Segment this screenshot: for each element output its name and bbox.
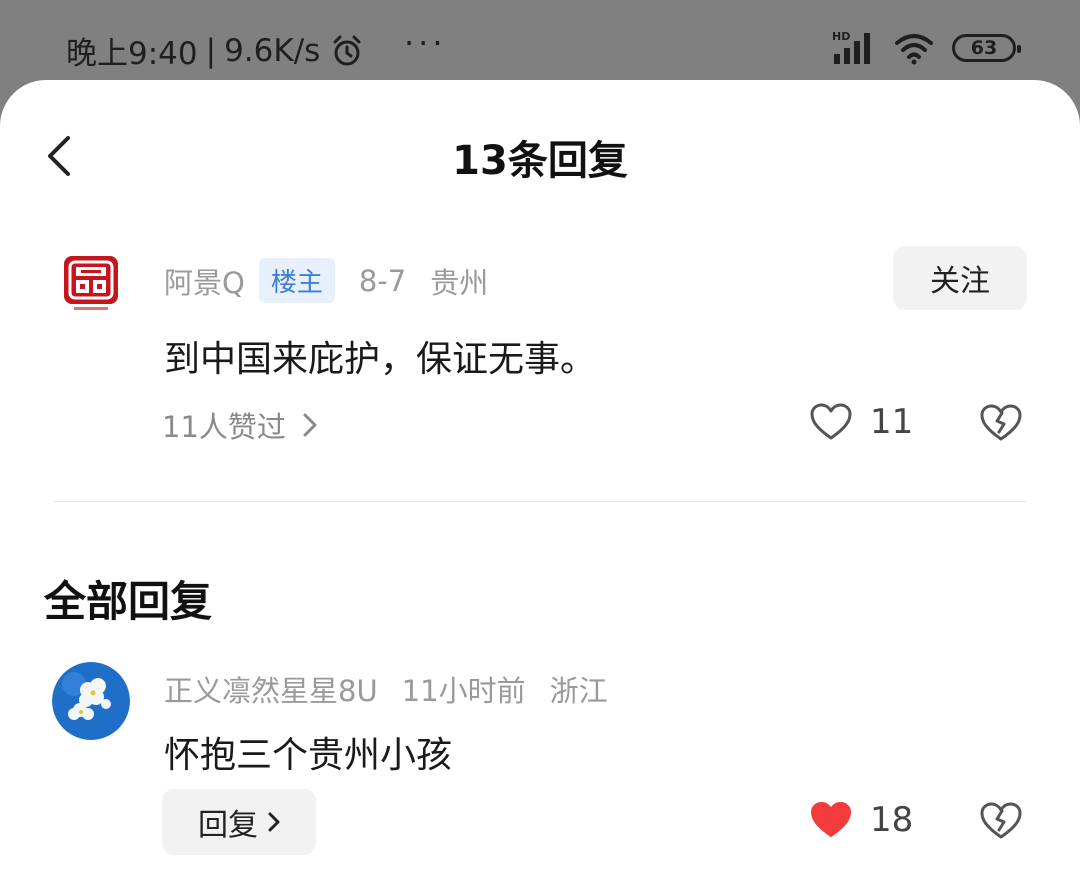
alarm-icon: [333, 35, 361, 65]
heart-filled-icon: [811, 802, 851, 837]
reply-author[interactable]: 正义凛然星星8U: [164, 668, 378, 710]
seal-avatar-icon: [52, 244, 130, 322]
chevron-right-icon: [268, 812, 280, 832]
post-date: 8-7: [358, 263, 407, 298]
reply-location: 浙江: [549, 674, 608, 708]
status-right: HD 63: [832, 30, 1021, 66]
dislike-icon[interactable]: [980, 404, 1022, 442]
post-location: 贵州: [430, 265, 489, 300]
status-separator: |: [205, 32, 217, 69]
network-label: HD: [832, 30, 850, 43]
wifi-icon: [895, 34, 933, 65]
post-meta: 阿景Q 楼主 8-7 贵州: [164, 258, 512, 303]
likers-link[interactable]: 11人赞过: [162, 404, 318, 446]
post-text: 到中国来庇护，保证无事。: [164, 339, 597, 380]
status-time: 晚上9:40: [66, 36, 198, 72]
reply-time: 11小时前: [401, 674, 526, 708]
avatar[interactable]: [52, 662, 130, 740]
section-title: 全部回复: [44, 577, 213, 626]
reply-button-label: 回复: [198, 808, 258, 843]
reply-text: 怀抱三个贵州小孩: [164, 735, 453, 776]
status-more-dots: ···: [404, 24, 447, 62]
heart-icon: [810, 403, 852, 440]
chevron-right-icon: [303, 413, 317, 437]
reply-meta: 正义凛然星星8U 11小时前 浙江: [164, 668, 632, 710]
like-count: 11: [870, 402, 914, 442]
avatar[interactable]: [52, 244, 130, 322]
signal-icon: HD: [832, 30, 870, 64]
follow-button[interactable]: 关注: [893, 246, 1027, 310]
author-name[interactable]: 阿景Q: [164, 260, 245, 302]
reply-button[interactable]: 回复: [162, 789, 316, 855]
divider: [54, 501, 1026, 502]
battery-level: 63: [970, 37, 998, 59]
status-speed: 9.6K/s: [224, 32, 321, 69]
like-button[interactable]: 11: [810, 402, 913, 442]
dislike-icon[interactable]: [980, 802, 1022, 840]
likers-label: 11人赞过: [162, 410, 286, 444]
like-button[interactable]: 18: [810, 800, 913, 840]
flower-avatar-icon: [52, 662, 130, 740]
like-count: 18: [870, 800, 914, 840]
page-title: 13条回复: [452, 138, 628, 184]
battery-indicator: 63: [952, 34, 1021, 62]
op-badge: 楼主: [258, 258, 335, 303]
replies-sheet: 13条回复 阿景Q 楼主 8-7 贵州 关注 到中国来庇护，保证无事。 11人赞…: [0, 80, 1080, 896]
status-left: 晚上9:40 | 9.6K/s: [66, 28, 364, 73]
